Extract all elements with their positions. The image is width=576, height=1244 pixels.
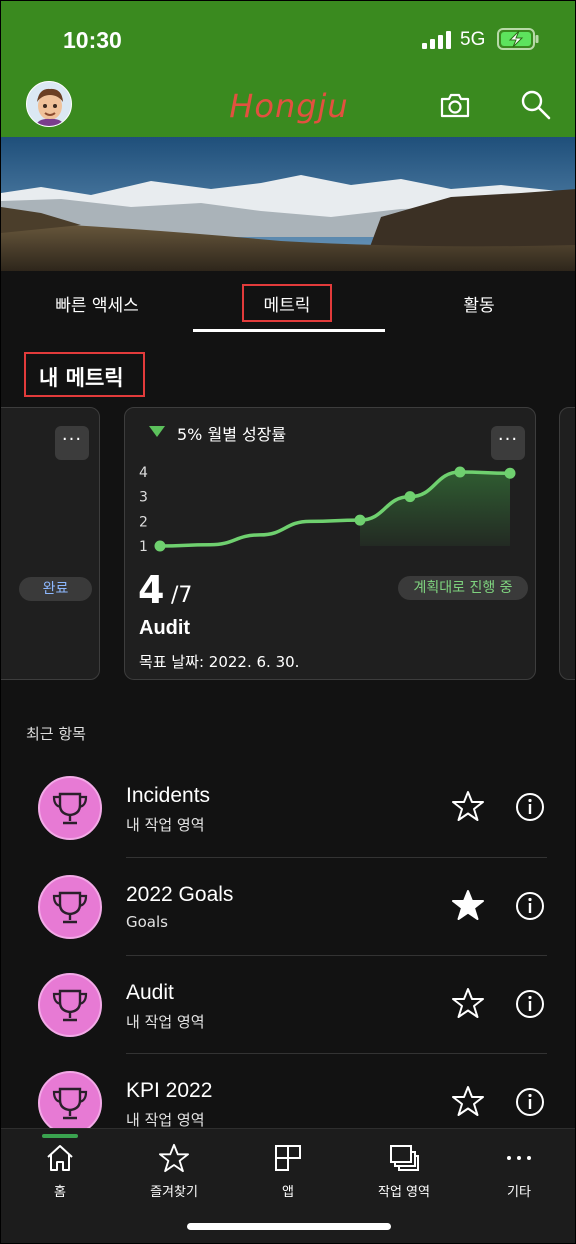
metric-current-value: 4 <box>138 568 165 612</box>
status-pill-on-track: 계획대로 진행 중 <box>398 576 528 600</box>
tab-activity[interactable]: 활동 <box>431 291 527 316</box>
star-icon <box>159 1143 189 1173</box>
star-filled-icon[interactable] <box>452 889 484 921</box>
list-item[interactable]: Audit 내 작업 영역 <box>1 955 575 1053</box>
list-item[interactable]: Incidents 내 작업 영역 <box>1 758 575 856</box>
recent-items-label: 최근 항목 <box>26 725 86 743</box>
nav-favorites[interactable]: 즐겨찾기 <box>129 1143 219 1200</box>
trophy-icon <box>52 891 88 924</box>
trend-down-icon <box>149 426 165 437</box>
home-indicator <box>187 1223 391 1230</box>
nav-label: 기타 <box>507 1185 531 1200</box>
chart-point <box>354 514 366 526</box>
mountain-landscape-image <box>1 137 575 271</box>
app-header: Hongju <box>1 79 575 137</box>
status-bar: 10:30 5G <box>1 1 575 79</box>
tab-metrics[interactable]: 메트릭 <box>242 291 332 316</box>
star-outline-icon[interactable] <box>452 790 484 822</box>
trophy-badge <box>38 776 102 840</box>
metric-card-audit[interactable]: 5% 월별 성장률 ··· 1234 4 /7 계획대로 진행 중 Audit … <box>124 407 536 680</box>
nav-label: 즐겨찾기 <box>150 1185 198 1200</box>
metric-card-previous[interactable]: ··· 완료 <box>1 407 100 680</box>
card-more-button[interactable]: ··· <box>55 426 89 460</box>
trophy-icon <box>52 792 88 825</box>
tab-selected-indicator <box>193 329 385 332</box>
tab-quick-access[interactable]: 빠른 액세스 <box>41 291 153 316</box>
trophy-badge <box>38 1071 102 1135</box>
home-icon <box>47 1145 73 1171</box>
status-time: 10:30 <box>63 27 122 53</box>
info-icon[interactable] <box>515 989 545 1019</box>
tab-bar: 빠른 액세스 메트릭 활동 <box>1 281 575 333</box>
nav-selected-indicator <box>42 1134 78 1138</box>
info-icon[interactable] <box>515 891 545 921</box>
nav-home[interactable]: 홈 <box>15 1143 105 1200</box>
metric-chart: 1 2 3 4 <box>139 465 516 555</box>
item-subtitle: 내 작업 영역 <box>126 1013 205 1031</box>
network-type: 5G <box>460 29 486 50</box>
section-title: 내 메트릭 <box>39 366 124 390</box>
star-outline-icon[interactable] <box>452 1085 484 1117</box>
chart-point <box>154 540 166 552</box>
y-tick-label: 4 <box>139 465 148 481</box>
item-title: Incidents <box>126 784 211 807</box>
item-title: Audit <box>126 981 174 1004</box>
item-title: KPI 2022 <box>126 1079 213 1102</box>
item-subtitle: Goals <box>126 913 168 931</box>
nav-label: 작업 영역 <box>378 1185 430 1200</box>
trophy-icon <box>52 989 88 1022</box>
info-icon[interactable] <box>515 1087 545 1117</box>
status-pill-complete: 완료 <box>19 577 92 601</box>
chart-point <box>504 467 516 479</box>
nav-label: 홈 <box>54 1185 66 1200</box>
growth-rate: 5% 월별 성장률 <box>177 425 287 444</box>
phone-screen: 10:30 5G Hongju 빠른 액세스 메트릭 활동 내 메트릭 ··· … <box>0 0 576 1244</box>
trophy-icon <box>52 1087 88 1120</box>
metric-target-value: /7 <box>171 583 193 608</box>
nav-more[interactable]: 기타 <box>474 1143 564 1200</box>
y-tick-label: 2 <box>139 514 148 530</box>
chart-point <box>454 466 466 478</box>
metric-name: Audit <box>139 617 191 639</box>
metric-due-date: 목표 날짜: 2022. 6. 30. <box>139 653 300 671</box>
workspaces-icon <box>390 1145 419 1171</box>
item-subtitle: 내 작업 영역 <box>126 816 205 834</box>
y-tick-label: 1 <box>139 539 148 555</box>
trophy-badge <box>38 875 102 939</box>
banner-image <box>1 137 575 271</box>
nav-label: 앱 <box>282 1185 294 1200</box>
metric-card-next[interactable] <box>559 407 575 680</box>
trophy-badge <box>38 973 102 1037</box>
list-item[interactable]: 2022 Goals Goals <box>1 857 575 955</box>
chart-point <box>404 491 416 503</box>
item-title: 2022 Goals <box>126 883 234 906</box>
info-icon[interactable] <box>515 792 545 822</box>
nav-workspaces[interactable]: 작업 영역 <box>359 1143 449 1200</box>
y-tick-label: 3 <box>139 490 148 506</box>
nav-apps[interactable]: 앱 <box>243 1143 333 1200</box>
item-subtitle: 내 작업 영역 <box>126 1111 205 1129</box>
star-outline-icon[interactable] <box>452 987 484 1019</box>
more-icon <box>507 1156 531 1160</box>
battery-icon <box>497 28 539 50</box>
camera-icon[interactable] <box>438 88 472 122</box>
app-title: Hongju <box>229 87 349 125</box>
apps-icon <box>275 1145 301 1171</box>
signal-icon <box>422 31 451 49</box>
search-icon[interactable] <box>519 88 553 122</box>
